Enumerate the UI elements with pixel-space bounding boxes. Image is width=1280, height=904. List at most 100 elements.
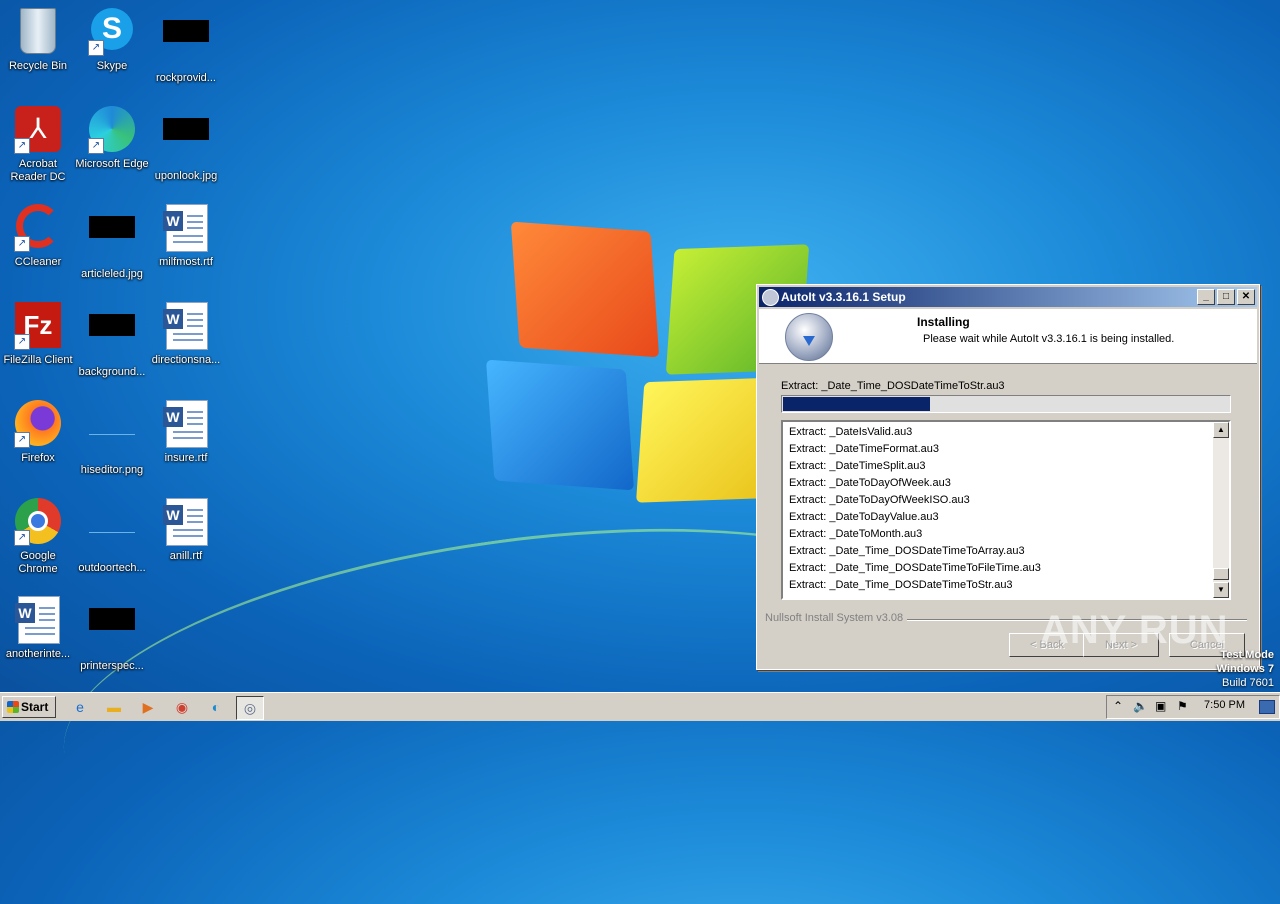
desktop-icon-filezilla-client[interactable]: Fz ↗ FileZilla Client: [0, 296, 76, 367]
desktop-icon-label: outdoortech...: [78, 562, 146, 574]
progress-fill: [783, 397, 931, 411]
header-title: Installing: [917, 315, 970, 329]
acrobat-icon: ⅄ ↗: [14, 106, 62, 154]
shortcut-arrow-icon: ↗: [14, 334, 30, 350]
shortcut-arrow-icon: ↗: [14, 432, 30, 448]
action-center-flag-icon[interactable]: ⚑: [1177, 699, 1188, 713]
desktop-icon-label: printerspec...: [80, 660, 144, 672]
explorer-folder-icon[interactable]: ▬: [102, 696, 126, 718]
desktop-icon-ccleaner[interactable]: ↗ CCleaner: [0, 198, 76, 269]
image-file-icon: [162, 118, 210, 166]
tray-expand-icon[interactable]: ⌃: [1113, 699, 1123, 713]
word-document-icon: W: [162, 204, 210, 252]
desktop-icon-google-chrome[interactable]: ↗ Google Chrome: [0, 492, 76, 576]
current-status: Extract: _Date_Time_DOSDateTimeToStr.au3: [781, 380, 1005, 392]
test-mode-label: Test Mode: [1220, 649, 1274, 661]
media-player-icon[interactable]: ▶: [136, 696, 160, 718]
network-icon[interactable]: ▣: [1155, 699, 1166, 713]
desktop-icon-label: uponlook.jpg: [154, 170, 218, 182]
windows-flag-icon: [7, 701, 19, 713]
log-line: Extract: _DateToMonth.au3: [789, 528, 923, 540]
skype-icon: S ↗: [88, 8, 136, 56]
desktop-icon-milfmost-rtf[interactable]: Wmilfmost.rtf: [148, 198, 224, 269]
desktop-icon-label: Recycle Bin: [8, 60, 68, 72]
shortcut-arrow-icon: ↗: [88, 40, 104, 56]
word-document-icon: W: [162, 498, 210, 546]
shortcut-arrow-icon: ↗: [88, 138, 104, 154]
desktop-icon-label: Microsoft Edge: [75, 158, 149, 170]
desktop-icon-anotherinte[interactable]: Wanotherinte...: [0, 590, 76, 661]
chrome-icon[interactable]: ◉: [170, 696, 194, 718]
desktop-icon-insure-rtf[interactable]: Winsure.rtf: [148, 394, 224, 465]
dialog-header: Installing Please wait while AutoIt v3.3…: [759, 309, 1257, 364]
header-subtitle: Please wait while AutoIt v3.3.16.1 is be…: [923, 333, 1175, 345]
desktop-icon-skype[interactable]: S ↗ Skype: [74, 2, 150, 73]
shortcut-arrow-icon: ↗: [14, 138, 30, 154]
desktop-icon-label: directionsna...: [151, 354, 221, 366]
autoit-logo-icon: [785, 313, 833, 361]
taskbar: Start e ▬ ▶ ◉ ◐ ◎ ⌃ 🔈 ▣ ⚑ 7:50 PM: [0, 692, 1280, 721]
nsis-version-label: Nullsoft Install System v3.08: [765, 612, 908, 624]
scroll-thumb[interactable]: [1213, 568, 1229, 580]
maximize-button[interactable]: □: [1217, 289, 1235, 305]
desktop-icon-label: FileZilla Client: [3, 354, 73, 366]
desktop-icon-printerspec[interactable]: printerspec...: [74, 590, 150, 673]
desktop-icon-label: articleled.jpg: [81, 268, 143, 280]
shortcut-arrow-icon: ↗: [14, 530, 30, 546]
word-document-icon: W: [162, 400, 210, 448]
word-document-icon: W: [162, 302, 210, 350]
image-file-icon: [88, 314, 136, 362]
dialog-title: AutoIt v3.3.16.1 Setup: [781, 290, 906, 304]
desktop-icon-label: insure.rtf: [164, 452, 208, 464]
install-progress-bar: [781, 395, 1231, 413]
desktop-icon-microsoft-edge[interactable]: ↗ Microsoft Edge: [74, 100, 150, 171]
scroll-down-arrow-icon[interactable]: ▼: [1213, 582, 1229, 598]
close-button[interactable]: ✕: [1237, 289, 1255, 305]
desktop-icon-uponlook-jpg[interactable]: uponlook.jpg: [148, 100, 224, 183]
desktop-icon-label: background...: [78, 366, 146, 378]
desktop-icon-label: CCleaner: [14, 256, 62, 268]
desktop-icon-firefox[interactable]: ↗ Firefox: [0, 394, 76, 465]
desktop-icon-directionsna[interactable]: Wdirectionsna...: [148, 296, 224, 367]
desktop-icon-label: Firefox: [21, 452, 55, 464]
autoit-app-icon: [762, 289, 779, 306]
desktop-icon-acrobat-reader-dc[interactable]: ⅄ ↗ Acrobat Reader DC: [0, 100, 76, 184]
volume-icon[interactable]: 🔈: [1133, 699, 1148, 713]
show-desktop-icon[interactable]: [1259, 700, 1275, 714]
desktop-icon-outdoortech[interactable]: outdoortech...: [74, 492, 150, 575]
windows-build-info: Test Mode Windows 7 Build 7601: [1217, 648, 1274, 690]
desktop-icon-rockprovid[interactable]: rockprovid...: [148, 2, 224, 85]
start-button[interactable]: Start: [2, 696, 56, 718]
scroll-up-arrow-icon[interactable]: ▲: [1213, 422, 1229, 438]
image-file-icon: [88, 216, 136, 264]
desktop-icon-background[interactable]: background...: [74, 296, 150, 379]
firefox-icon: ↗: [14, 400, 62, 448]
desktop-icon-hiseditor-png[interactable]: hiseditor.png: [74, 394, 150, 477]
log-line: Extract: _Date_Time_DOSDateTimeToStr.au3: [789, 579, 1013, 591]
image-file-icon: [162, 20, 210, 68]
install-log-list[interactable]: Extract: _DateIsValid.au3 Extract: _DateT…: [781, 420, 1231, 600]
filezilla-icon: Fz ↗: [14, 302, 62, 350]
internet-explorer-icon[interactable]: e: [68, 696, 92, 718]
desktop-icon-label: Acrobat Reader DC: [10, 158, 66, 183]
desktop-icon-label: Google Chrome: [18, 550, 58, 575]
image-file-icon: [88, 412, 136, 460]
anyrun-watermark: ANY RUN: [1040, 608, 1229, 652]
dialog-titlebar[interactable]: AutoIt v3.3.16.1 Setup _ □ ✕: [759, 287, 1257, 307]
edge-icon: ↗: [88, 106, 136, 154]
edge-icon[interactable]: ◐: [204, 696, 228, 718]
log-scrollbar[interactable]: ▲ ▼: [1213, 422, 1229, 598]
minimize-button[interactable]: _: [1197, 289, 1215, 305]
autoit-setup-taskbar-button[interactable]: ◎: [236, 696, 264, 720]
desktop-icon-recycle-bin[interactable]: Recycle Bin: [0, 2, 76, 73]
log-line: Extract: _DateTimeFormat.au3: [789, 443, 939, 455]
desktop-icon-label: anotherinte...: [5, 648, 71, 660]
log-line: Extract: _DateIsValid.au3: [789, 426, 913, 438]
desktop-icon-anill-rtf[interactable]: Wanill.rtf: [148, 492, 224, 563]
desktop-icon-articleled-jpg[interactable]: articleled.jpg: [74, 198, 150, 281]
image-file-icon: [88, 510, 136, 558]
image-file-icon: [88, 608, 136, 656]
ccleaner-icon: ↗: [14, 204, 62, 252]
clock[interactable]: 7:50 PM: [1204, 699, 1245, 711]
desktop-icon-label: rockprovid...: [156, 72, 216, 84]
